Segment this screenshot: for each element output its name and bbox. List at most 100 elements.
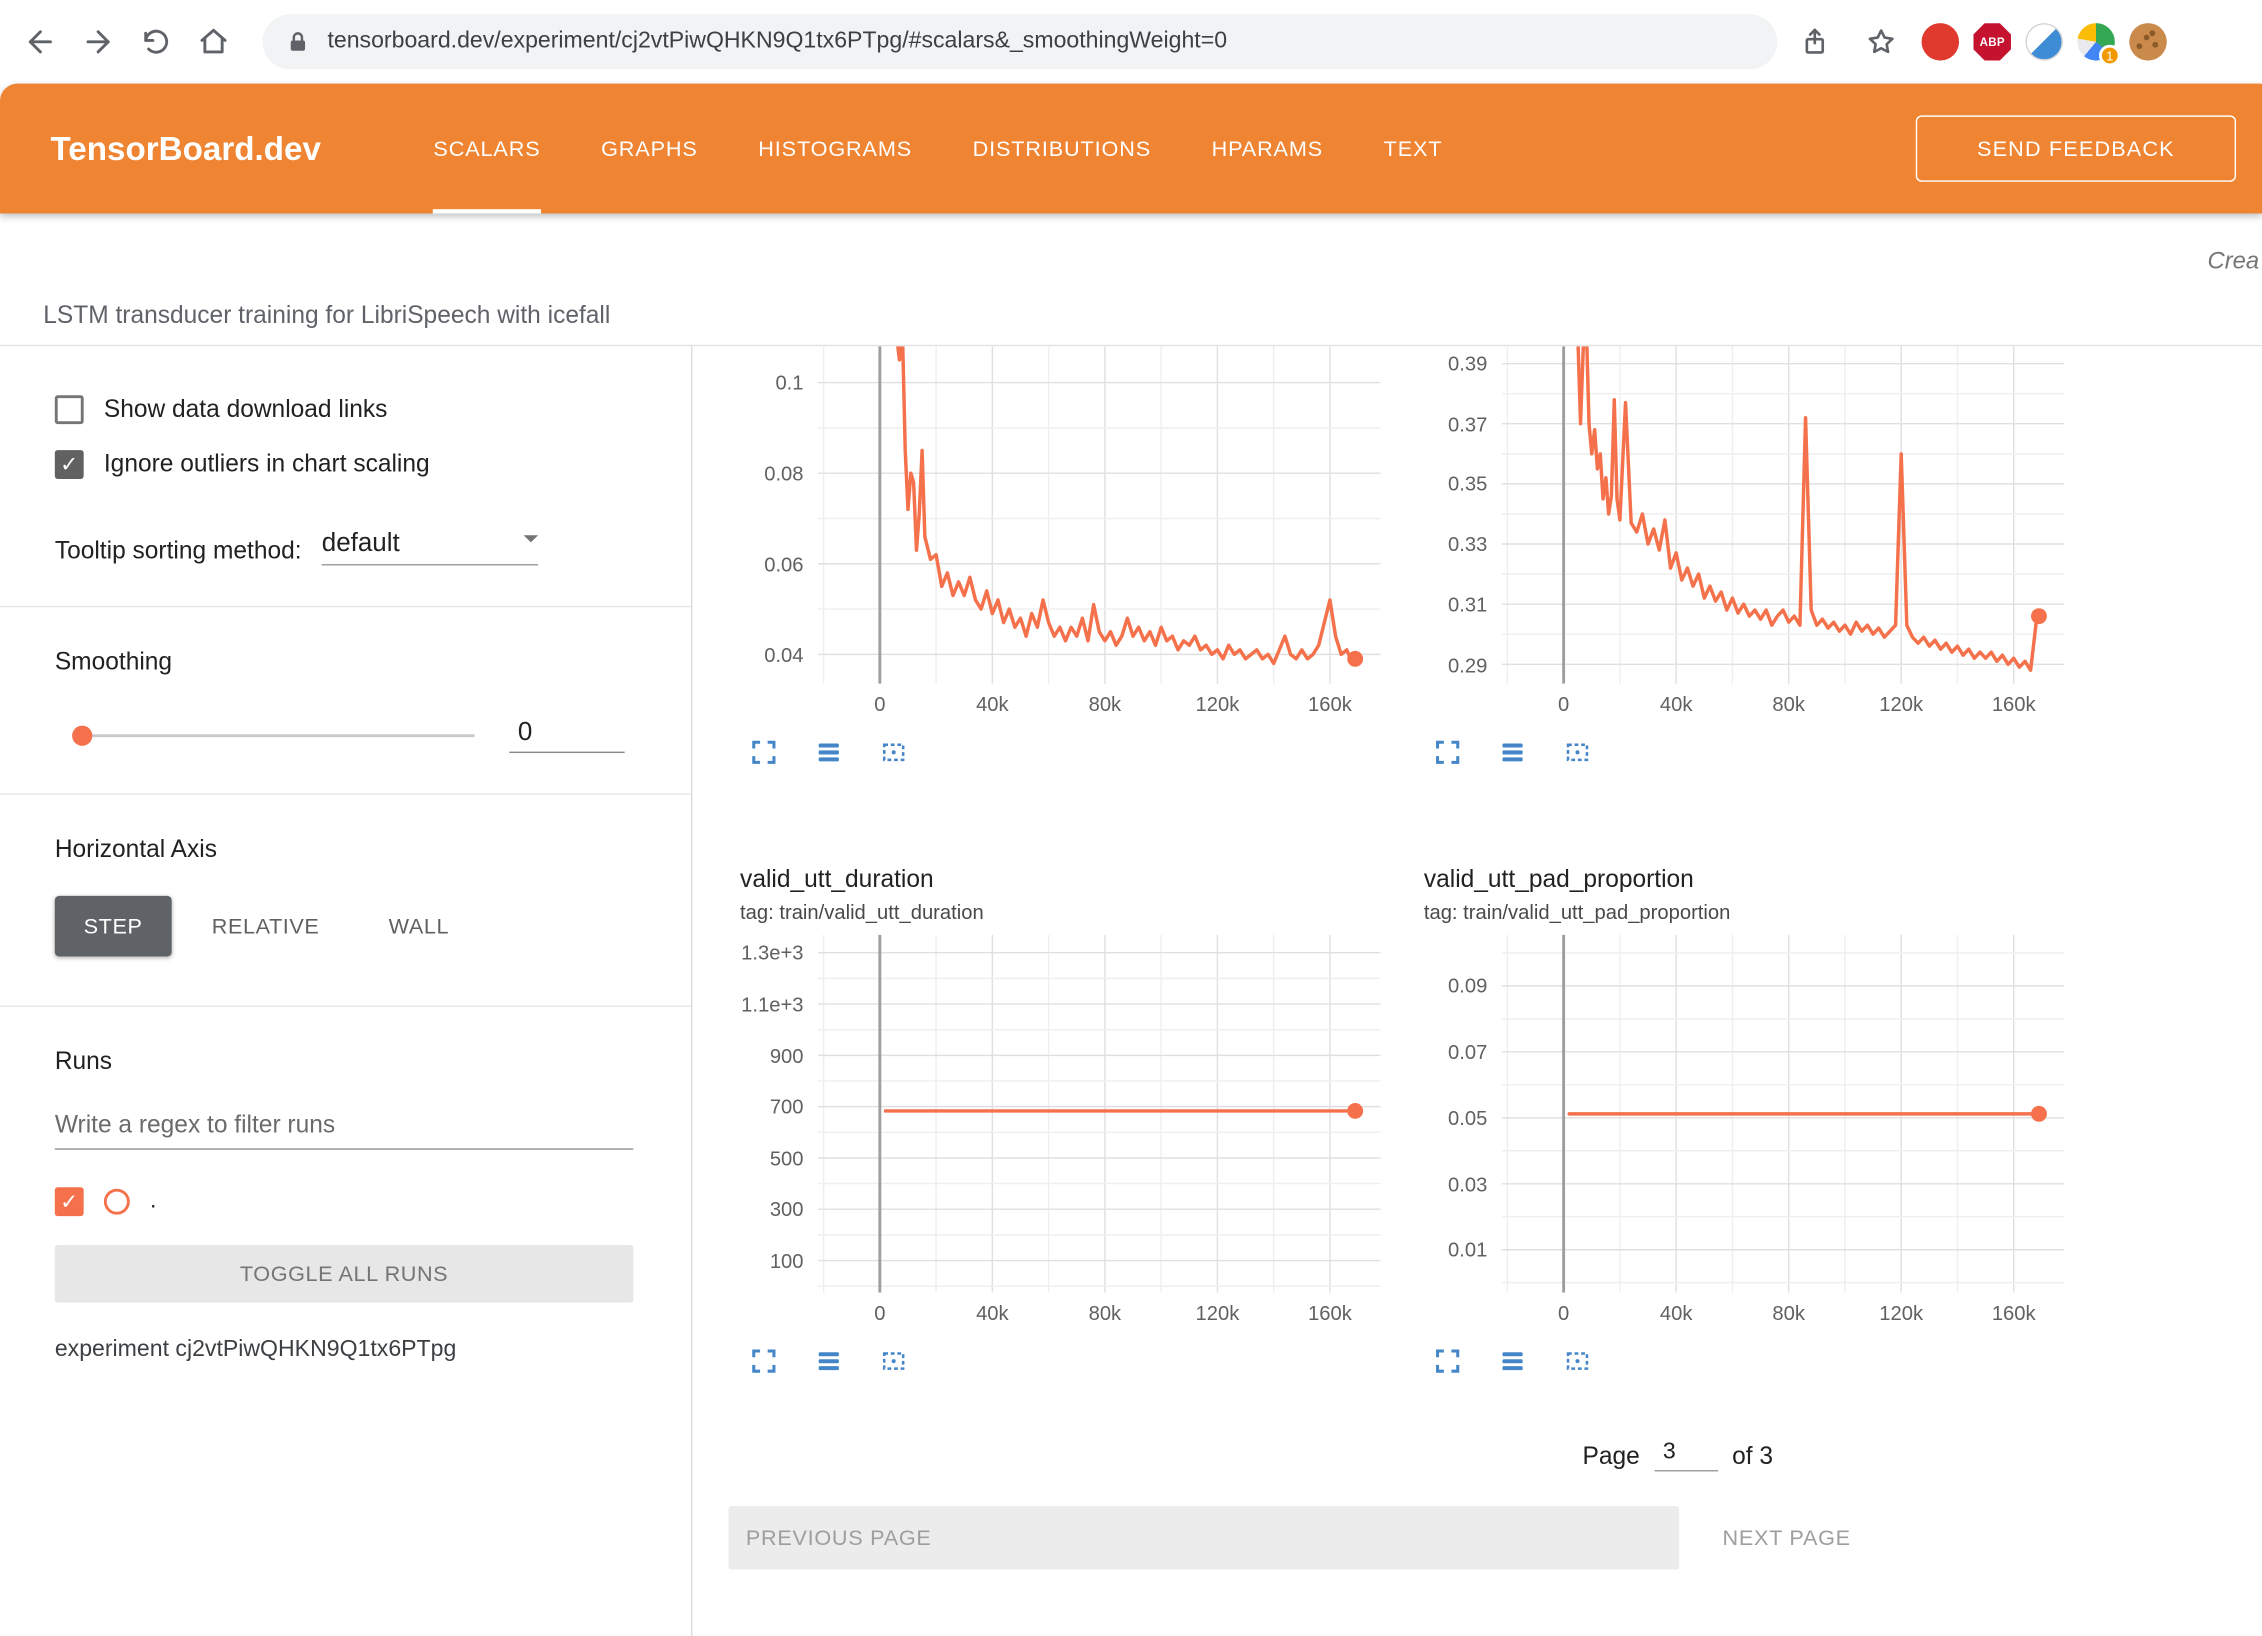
plot-area[interactable]	[818, 346, 1381, 684]
horizontal-axis-label: Horizontal Axis	[55, 835, 633, 864]
url-text: tensorboard.dev/experiment/cj2vtPiwQHKN9…	[327, 29, 1227, 55]
y-tick-label: 0.31	[1448, 590, 1487, 619]
run-name: .	[150, 1189, 156, 1215]
plot-area[interactable]	[818, 935, 1381, 1293]
expand-chart-icon[interactable]	[1433, 736, 1463, 766]
scalar-chart-card: valid_utt_pad_proportion tag: train/vali…	[1412, 863, 2076, 1382]
bookmark-button[interactable]	[1855, 13, 1907, 71]
divider	[0, 793, 691, 794]
log-scale-icon[interactable]	[814, 736, 844, 766]
expand-chart-icon[interactable]	[1433, 1345, 1463, 1375]
y-tick-label: 0.37	[1448, 409, 1487, 438]
x-tick-label: 80k	[1772, 1301, 1805, 1324]
y-tick-label: 1.1e+3	[741, 990, 803, 1019]
run-color-swatch	[104, 1189, 130, 1215]
forward-arrow-icon	[81, 25, 116, 60]
run-row[interactable]: .	[55, 1187, 633, 1216]
x-tick-label: 160k	[1992, 1301, 2036, 1324]
x-axis-labels: 040k80k120k160k	[818, 1293, 1381, 1331]
pagination: Page of 3	[1583, 1428, 2262, 1471]
x-tick-label: 40k	[1660, 1301, 1693, 1324]
tab-scalars[interactable]: SCALARS	[433, 84, 540, 214]
expand-chart-icon[interactable]	[749, 736, 779, 766]
plot-area[interactable]	[1502, 935, 2065, 1293]
log-scale-icon[interactable]	[1497, 736, 1527, 766]
browser-forward-button[interactable]	[69, 13, 127, 71]
profile-avatar[interactable]: 1	[2077, 23, 2115, 61]
show-download-links-row[interactable]: Show data download links	[55, 395, 633, 424]
ignore-outliers-row[interactable]: Ignore outliers in chart scaling	[55, 450, 633, 479]
smoothing-slider[interactable]	[75, 725, 475, 745]
browser-reload-button[interactable]	[127, 13, 185, 71]
x-tick-label: 160k	[1308, 1301, 1352, 1324]
slider-track[interactable]	[75, 734, 475, 737]
y-tick-label: 700	[770, 1092, 804, 1121]
plot-area[interactable]	[1502, 346, 2065, 684]
browser-home-button[interactable]	[185, 13, 243, 71]
expand-chart-icon[interactable]	[749, 1345, 779, 1375]
y-tick-label: 0.06	[764, 549, 803, 578]
slider-thumb[interactable]	[72, 725, 92, 745]
fit-domain-icon[interactable]	[1562, 736, 1592, 766]
tab-graphs[interactable]: GRAPHS	[601, 84, 698, 214]
previous-page-button[interactable]: PREVIOUS PAGE	[729, 1506, 1680, 1569]
axis-step-button[interactable]: STEP	[55, 896, 172, 957]
settings-sidebar: Show data download links Ignore outliers…	[0, 346, 692, 1636]
run-checkbox[interactable]	[55, 1187, 84, 1216]
share-button[interactable]	[1789, 13, 1841, 71]
page-number-input[interactable]	[1654, 1440, 1717, 1472]
home-icon	[196, 25, 231, 60]
x-tick-label: 120k	[1195, 1301, 1239, 1324]
runs-filter-input[interactable]	[55, 1111, 633, 1150]
smoothing-value-input[interactable]: 0	[509, 717, 624, 753]
tooltip-sort-label: Tooltip sorting method:	[55, 537, 302, 566]
fit-domain-icon[interactable]	[879, 736, 909, 766]
toggle-all-runs-button[interactable]: TOGGLE ALL RUNS	[55, 1245, 633, 1303]
star-icon	[1865, 26, 1897, 58]
tooltip-sort-dropdown[interactable]: default	[322, 528, 538, 566]
send-feedback-button[interactable]: SEND FEEDBACK	[1916, 115, 2236, 181]
page-of-label: of 3	[1732, 1443, 1773, 1472]
fit-domain-icon[interactable]	[1562, 1345, 1592, 1375]
ignore-outliers-label: Ignore outliers in chart scaling	[104, 450, 430, 479]
experiment-subheader: Crea LSTM transducer training for LibriS…	[0, 214, 2262, 347]
checkbox-icon[interactable]	[55, 395, 84, 424]
x-tick-label: 160k	[1308, 692, 1352, 715]
brand-logo[interactable]: TensorBoard.dev	[50, 129, 320, 168]
x-tick-label: 0	[1558, 692, 1569, 715]
tab-histograms[interactable]: HISTOGRAMS	[758, 84, 912, 214]
axis-wall-button[interactable]: WALL	[360, 896, 478, 957]
blue-extension-icon[interactable]	[2025, 23, 2063, 61]
chart-tag: tag: train/valid_utt_duration	[740, 897, 1392, 926]
chevron-down-icon	[524, 534, 538, 548]
log-scale-icon[interactable]	[814, 1345, 844, 1375]
experiment-id-text: experiment cj2vtPiwQHKN9Q1tx6PTpg	[55, 1337, 633, 1363]
y-axis-labels: 1003005007009001.1e+31.3e+3	[729, 935, 818, 1293]
address-bar[interactable]: tensorboard.dev/experiment/cj2vtPiwQHKN9…	[263, 14, 1778, 69]
page-label: Page	[1583, 1443, 1640, 1472]
fit-domain-icon[interactable]	[879, 1345, 909, 1375]
y-axis-labels: 0.290.310.330.350.370.39	[1412, 346, 1501, 684]
created-text-clipped: Crea	[2208, 248, 2260, 275]
tab-hparams[interactable]: HPARAMS	[1212, 84, 1323, 214]
x-tick-label: 120k	[1879, 1301, 1923, 1324]
y-tick-label: 500	[770, 1144, 804, 1173]
x-tick-label: 40k	[976, 1301, 1009, 1324]
log-scale-icon[interactable]	[1497, 1345, 1527, 1375]
y-tick-label: 300	[770, 1195, 804, 1224]
abp-extension-icon[interactable]: ABP	[1973, 23, 2011, 61]
axis-relative-button[interactable]: RELATIVE	[183, 896, 348, 957]
tab-distributions[interactable]: DISTRIBUTIONS	[973, 84, 1151, 214]
tab-text[interactable]: TEXT	[1384, 84, 1443, 214]
browser-back-button[interactable]	[12, 13, 70, 71]
tooltip-sort-value: default	[322, 528, 400, 558]
chart-tag: tag: train/valid_utt_pad_proportion	[1424, 897, 2076, 926]
show-download-links-label: Show data download links	[104, 395, 388, 424]
cookie-extension-icon[interactable]	[2129, 23, 2167, 61]
checkbox-icon[interactable]	[55, 450, 84, 479]
x-tick-label: 0	[1558, 1301, 1569, 1324]
next-page-button[interactable]: NEXT PAGE	[1714, 1524, 1860, 1551]
adblock-extension-icon[interactable]	[1922, 23, 1960, 61]
y-tick-label: 1.3e+3	[741, 938, 803, 967]
x-tick-label: 40k	[976, 692, 1009, 715]
